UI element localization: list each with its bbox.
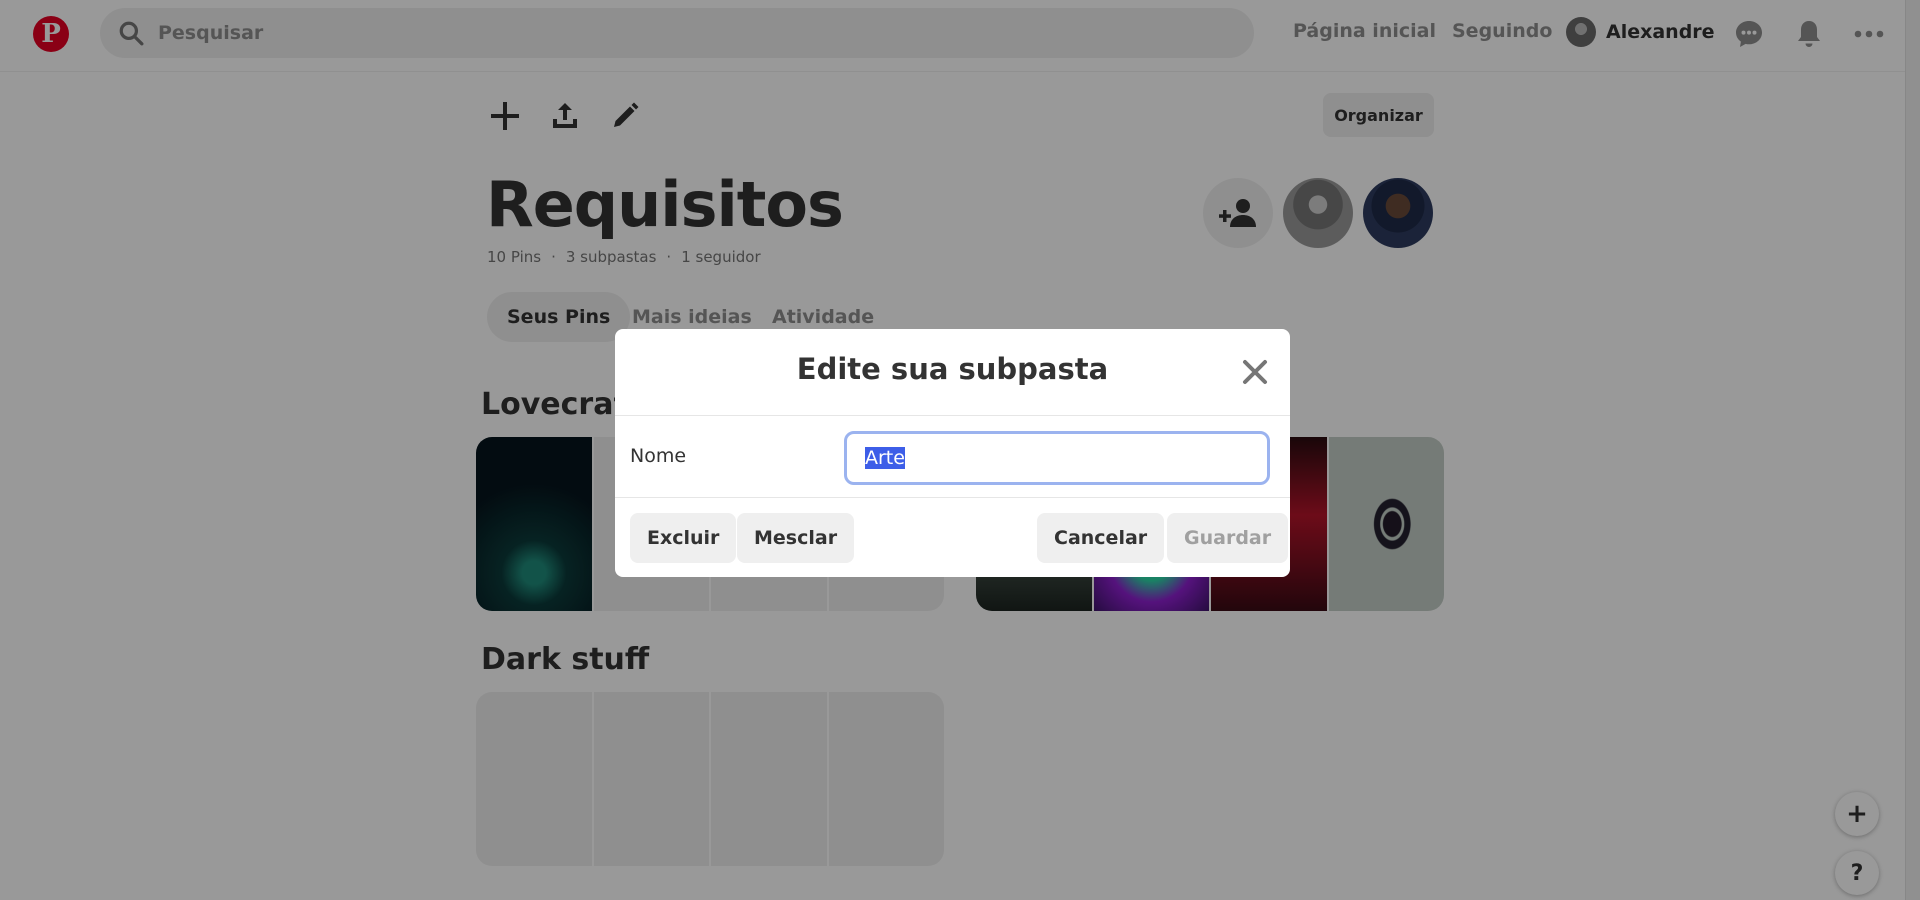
merge-button[interactable]: Mesclar	[737, 513, 855, 563]
delete-button[interactable]: Excluir	[630, 513, 737, 563]
name-label: Nome	[630, 445, 687, 467]
name-value: Arte	[865, 447, 905, 469]
save-button[interactable]: Guardar	[1167, 513, 1289, 563]
edit-subfolder-dialog: Edite sua subpasta Nome Arte Excluir Mes…	[615, 329, 1290, 577]
divider	[615, 415, 1290, 416]
close-button[interactable]	[1239, 356, 1271, 388]
divider	[615, 497, 1290, 498]
dialog-title: Edite sua subpasta	[796, 352, 1109, 386]
cancel-button[interactable]: Cancelar	[1037, 513, 1165, 563]
name-field[interactable]: Arte	[844, 431, 1270, 485]
close-icon	[1243, 360, 1267, 384]
